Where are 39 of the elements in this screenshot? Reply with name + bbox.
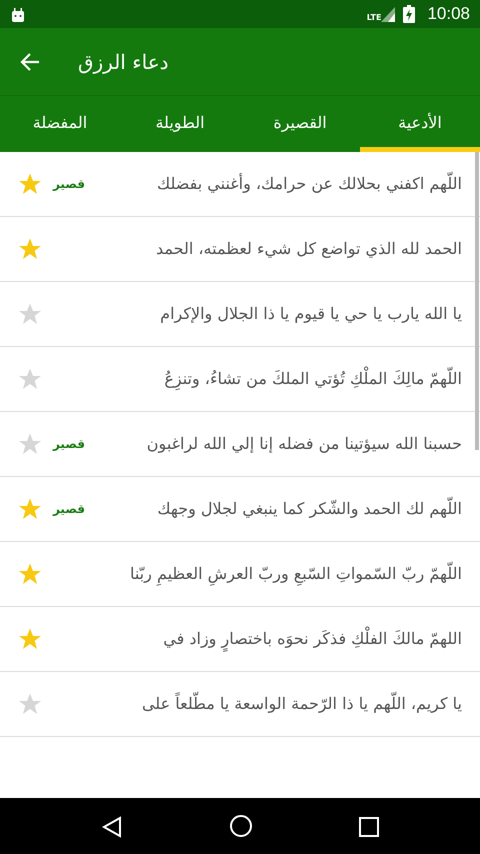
list-item[interactable]: يا كريم، اللّهم يا ذا الرّحمة الواسعة يا مطّلعاً على xyxy=(0,672,480,737)
length-tag: قصير xyxy=(52,435,86,453)
length-tag: قصير xyxy=(52,175,86,193)
star-icon[interactable] xyxy=(18,302,42,326)
prayer-text: اللّهم اكفني بحلالك عن حرامك، وأغنني بفضلك xyxy=(96,172,462,196)
prayer-text: يا كريم، اللّهم يا ذا الرّحمة الواسعة يا مطّلعاً على xyxy=(96,692,462,716)
star-icon[interactable] xyxy=(18,237,42,261)
tab[interactable]: القصيرة xyxy=(240,96,360,152)
prayer-text: يا الله يارب يا حي يا قيوم يا ذا الجلال والإكرام xyxy=(159,303,462,325)
list-item[interactable]: اللّهم لك الحمد والشّكر كما ينبغي لجلال وجهك قصير xyxy=(0,477,480,542)
tab[interactable]: الطويلة xyxy=(120,96,240,152)
android-icon xyxy=(10,6,26,23)
list-item[interactable]: اللهمّ مالكَ الفلْكِ فذكَر نحوَه باختصارٍ وزاد في xyxy=(0,607,480,672)
screen-title: دعاء الرزق xyxy=(78,48,169,76)
tab[interactable]: المفضلة xyxy=(0,96,120,152)
network-label: LTE xyxy=(366,14,382,22)
tab[interactable]: الأدعية xyxy=(360,96,480,152)
prayer-text: حسبنا الله سيؤتينا من فضله إنا إلي الله لراغبون xyxy=(146,433,462,455)
prayer-text: اللّهم لك الحمد والشّكر كما ينبغي لجلال وجهك xyxy=(96,497,462,521)
signal-icon xyxy=(381,6,396,22)
back-arrow-icon xyxy=(20,52,40,72)
star-icon[interactable] xyxy=(18,172,42,196)
back-triangle-icon xyxy=(101,816,123,838)
recents-square-icon xyxy=(359,816,379,837)
star-icon[interactable] xyxy=(18,367,42,391)
home-circle-icon xyxy=(229,814,253,838)
prayer-text: الحمد لله الذي تواضع كل شيء لعظمته، الحمد xyxy=(155,238,462,260)
battery-icon xyxy=(403,5,416,23)
length-tag: قصير xyxy=(52,500,86,518)
star-icon[interactable] xyxy=(18,562,42,586)
star-icon[interactable] xyxy=(18,627,42,651)
star-icon[interactable] xyxy=(18,692,42,716)
prayer-text: اللّهمّ ربّ السّمواتِ السّبعِ وربّ العرشِ العظيمِ ربّنا xyxy=(96,562,462,586)
prayer-text: اللّهمّ مالِكَ الملْكِ تُؤتي الملكَ من تشاءُ، وتنزِعُ xyxy=(96,367,462,391)
prayer-text: اللهمّ مالكَ الفلْكِ فذكَر نحوَه باختصارٍ وزاد في xyxy=(96,627,462,651)
star-icon[interactable] xyxy=(18,432,42,456)
clock: 10:08 xyxy=(427,3,470,26)
list-item[interactable]: اللّهمّ ربّ السّمواتِ السّبعِ وربّ العرشِ العظيمِ ربّنا xyxy=(0,542,480,607)
star-icon[interactable] xyxy=(18,497,42,521)
